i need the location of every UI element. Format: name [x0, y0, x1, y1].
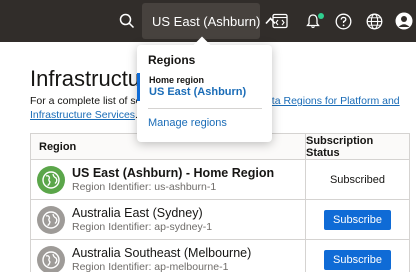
region-identifier: Region Identifier: ap-sydney-1: [72, 221, 213, 233]
home-region-item[interactable]: Home region US East (Ashburn): [137, 73, 272, 101]
help-icon[interactable]: [332, 0, 354, 42]
data-regions-link-continued[interactable]: Infrastructure Services: [30, 109, 135, 121]
region-identifier: Region Identifier: ap-melbourne-1: [72, 261, 229, 272]
search-icon[interactable]: [114, 0, 140, 42]
region-name: Australia East (Sydney): [72, 206, 203, 220]
home-region-label: Home region: [149, 75, 205, 85]
globe-icon[interactable]: [363, 0, 385, 42]
region-name: US East (Ashburn) - Home Region: [72, 166, 275, 180]
subscribe-button[interactable]: Subscribe: [324, 249, 391, 270]
region-identifier: Region Identifier: us-ashburn-1: [72, 181, 217, 193]
column-header-subscription-status: Subscription Status: [306, 134, 374, 159]
subscribe-button[interactable]: Subscribe: [324, 209, 391, 230]
intro-prefix: For a complete list of ser: [30, 95, 145, 107]
table-row: Australia East (Sydney) Region Identifie…: [31, 200, 409, 240]
region-globe-icon: [37, 205, 65, 234]
regions-table: Region Subscription Status US East (Ashb…: [30, 133, 410, 272]
home-region-globe-icon: [37, 165, 65, 194]
table-row: Australia Southeast (Melbourne) Region I…: [31, 240, 409, 272]
menu-divider: [148, 108, 262, 109]
region-selector-button[interactable]: US East (Ashburn): [142, 3, 276, 39]
region-globe-icon: [37, 245, 65, 272]
regions-dropdown-menu: Regions Home region US East (Ashburn) Ma…: [137, 36, 272, 142]
data-regions-link[interactable]: ata Regions for Platform and: [266, 95, 400, 107]
region-name: Australia Southeast (Melbourne): [72, 246, 252, 260]
top-navigation-bar: US East (Ashburn): [0, 0, 416, 42]
user-icon[interactable]: [393, 0, 415, 42]
region-selector-label: US East (Ashburn): [152, 13, 261, 29]
notification-dot: [318, 13, 324, 19]
subscribed-status: Subscribed: [329, 173, 386, 186]
regions-menu-title: Regions: [148, 53, 196, 67]
manage-regions-link[interactable]: Manage regions: [148, 117, 227, 129]
code-editor-icon[interactable]: [268, 0, 292, 42]
bell-icon[interactable]: [302, 0, 324, 42]
home-region-value: US East (Ashburn): [149, 86, 247, 98]
table-row: US East (Ashburn) - Home Region Region I…: [31, 160, 409, 200]
